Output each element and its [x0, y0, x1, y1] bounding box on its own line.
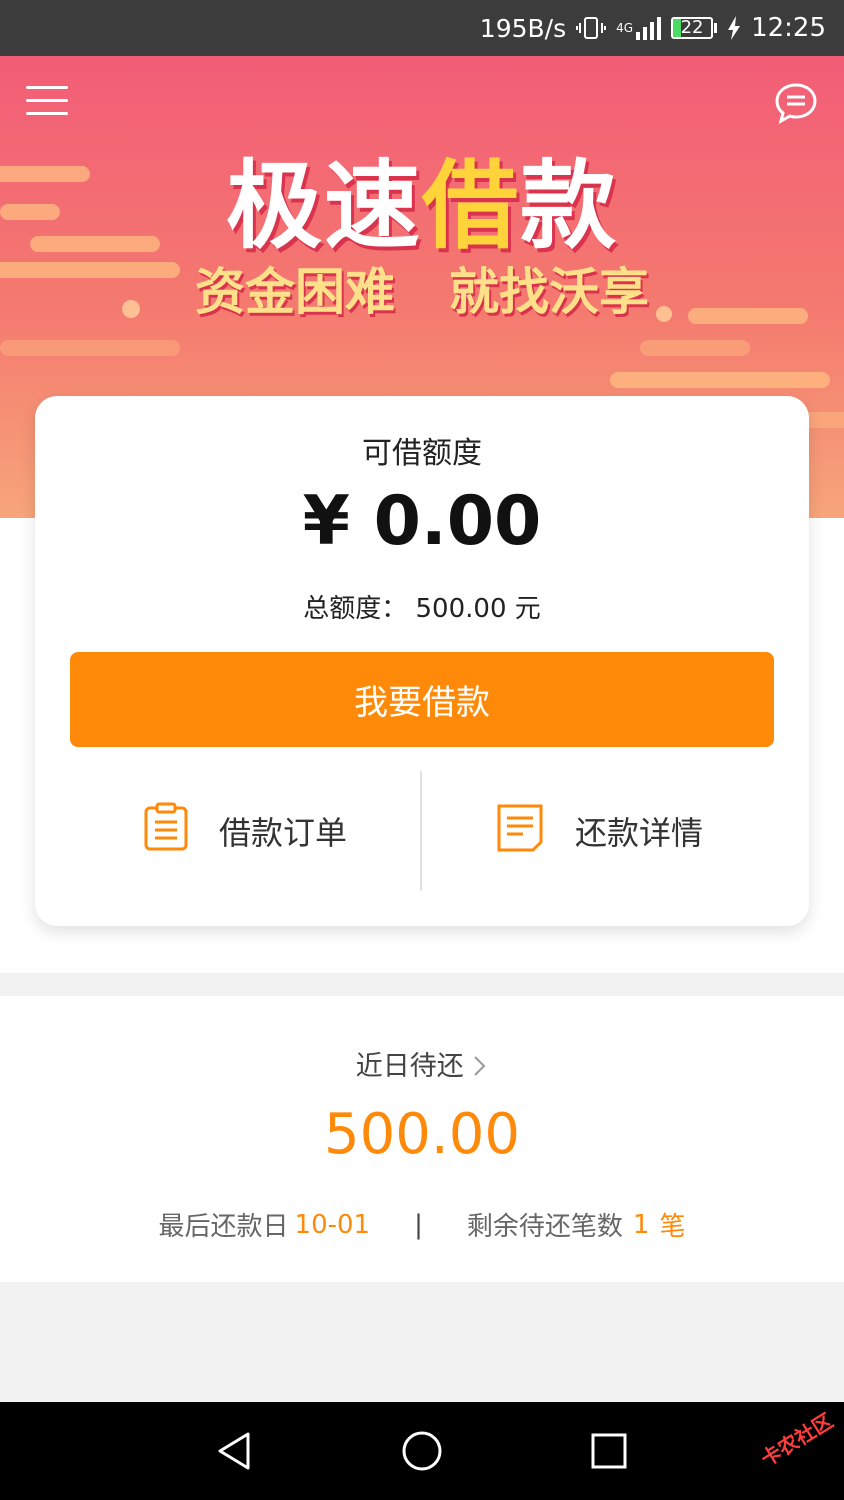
total-label: 总额度：	[303, 594, 408, 624]
chevron-right-icon	[472, 1051, 488, 1082]
vibrate-icon	[576, 15, 607, 41]
banner-subtitle: 资金困难 就找沃享	[0, 252, 844, 324]
repay-detail-label: 还款详情	[575, 814, 704, 852]
repay-detail-link[interactable]: 还款详情	[495, 801, 703, 861]
upcoming-repayment-title[interactable]: 近日待还	[0, 1044, 844, 1083]
banner-title-text: 极速借款	[226, 150, 618, 262]
signal-icon: 4G	[616, 16, 662, 40]
remaining-label: 剩余待还笔数	[466, 1212, 623, 1242]
status-bar: 195B/s 4G 22 12:25	[0, 0, 844, 56]
charging-icon	[727, 16, 741, 40]
borrow-button[interactable]: 我要借款	[70, 652, 774, 747]
signal-label: 4G	[616, 21, 634, 35]
credit-card: 可借额度 ¥ 0.00 总额度： 500.00 元 我要借款 借款订单 还款详情	[35, 396, 809, 926]
menu-icon[interactable]	[26, 84, 70, 118]
loan-orders-label: 借款订单	[219, 814, 348, 852]
banner-title: 极速借款	[0, 128, 844, 267]
total-limit: 总额度： 500.00 元	[35, 588, 809, 625]
navigation-bar: 卡农社区	[0, 1402, 844, 1500]
upcoming-repayment-label: 近日待还	[355, 1051, 464, 1082]
total-value: 500.00 元	[415, 594, 541, 624]
remaining-unit: 笔	[659, 1212, 686, 1242]
banner-subtitle-right: 就找沃享	[449, 263, 649, 321]
loan-orders-link[interactable]: 借款订单	[143, 801, 347, 861]
last-date-label: 最后还款日	[158, 1212, 289, 1242]
net-speed: 195B/s	[479, 13, 567, 43]
meta-separator: |	[414, 1209, 423, 1240]
repayment-meta: 最后还款日 10-01 | 剩余待还笔数 1 笔	[0, 1206, 844, 1243]
repayment-amount: 500.00	[324, 1102, 520, 1167]
back-icon[interactable]	[212, 1428, 258, 1474]
upcoming-repayment: 近日待还 500.00 最后还款日 10-01 | 剩余待还笔数 1 笔	[0, 996, 844, 1282]
available-amount: ¥ 0.00	[302, 482, 542, 561]
watermark: 卡农社区	[756, 1408, 838, 1472]
battery-level: 22	[680, 17, 704, 38]
battery-icon: 22	[671, 17, 718, 39]
message-icon[interactable]	[774, 82, 818, 124]
last-date-value: 10-01	[294, 1209, 371, 1240]
clipboard-icon	[143, 802, 189, 860]
remaining-count: 1	[632, 1209, 650, 1240]
available-label: 可借额度	[362, 436, 482, 471]
home-icon[interactable]	[399, 1428, 445, 1474]
banner-title-highlight: 借	[422, 150, 520, 262]
clock: 12:25	[751, 13, 826, 43]
banner-subtitle-left: 资金困难	[195, 263, 395, 321]
divider	[420, 771, 422, 891]
document-icon	[495, 802, 545, 860]
recents-icon[interactable]	[586, 1428, 632, 1474]
